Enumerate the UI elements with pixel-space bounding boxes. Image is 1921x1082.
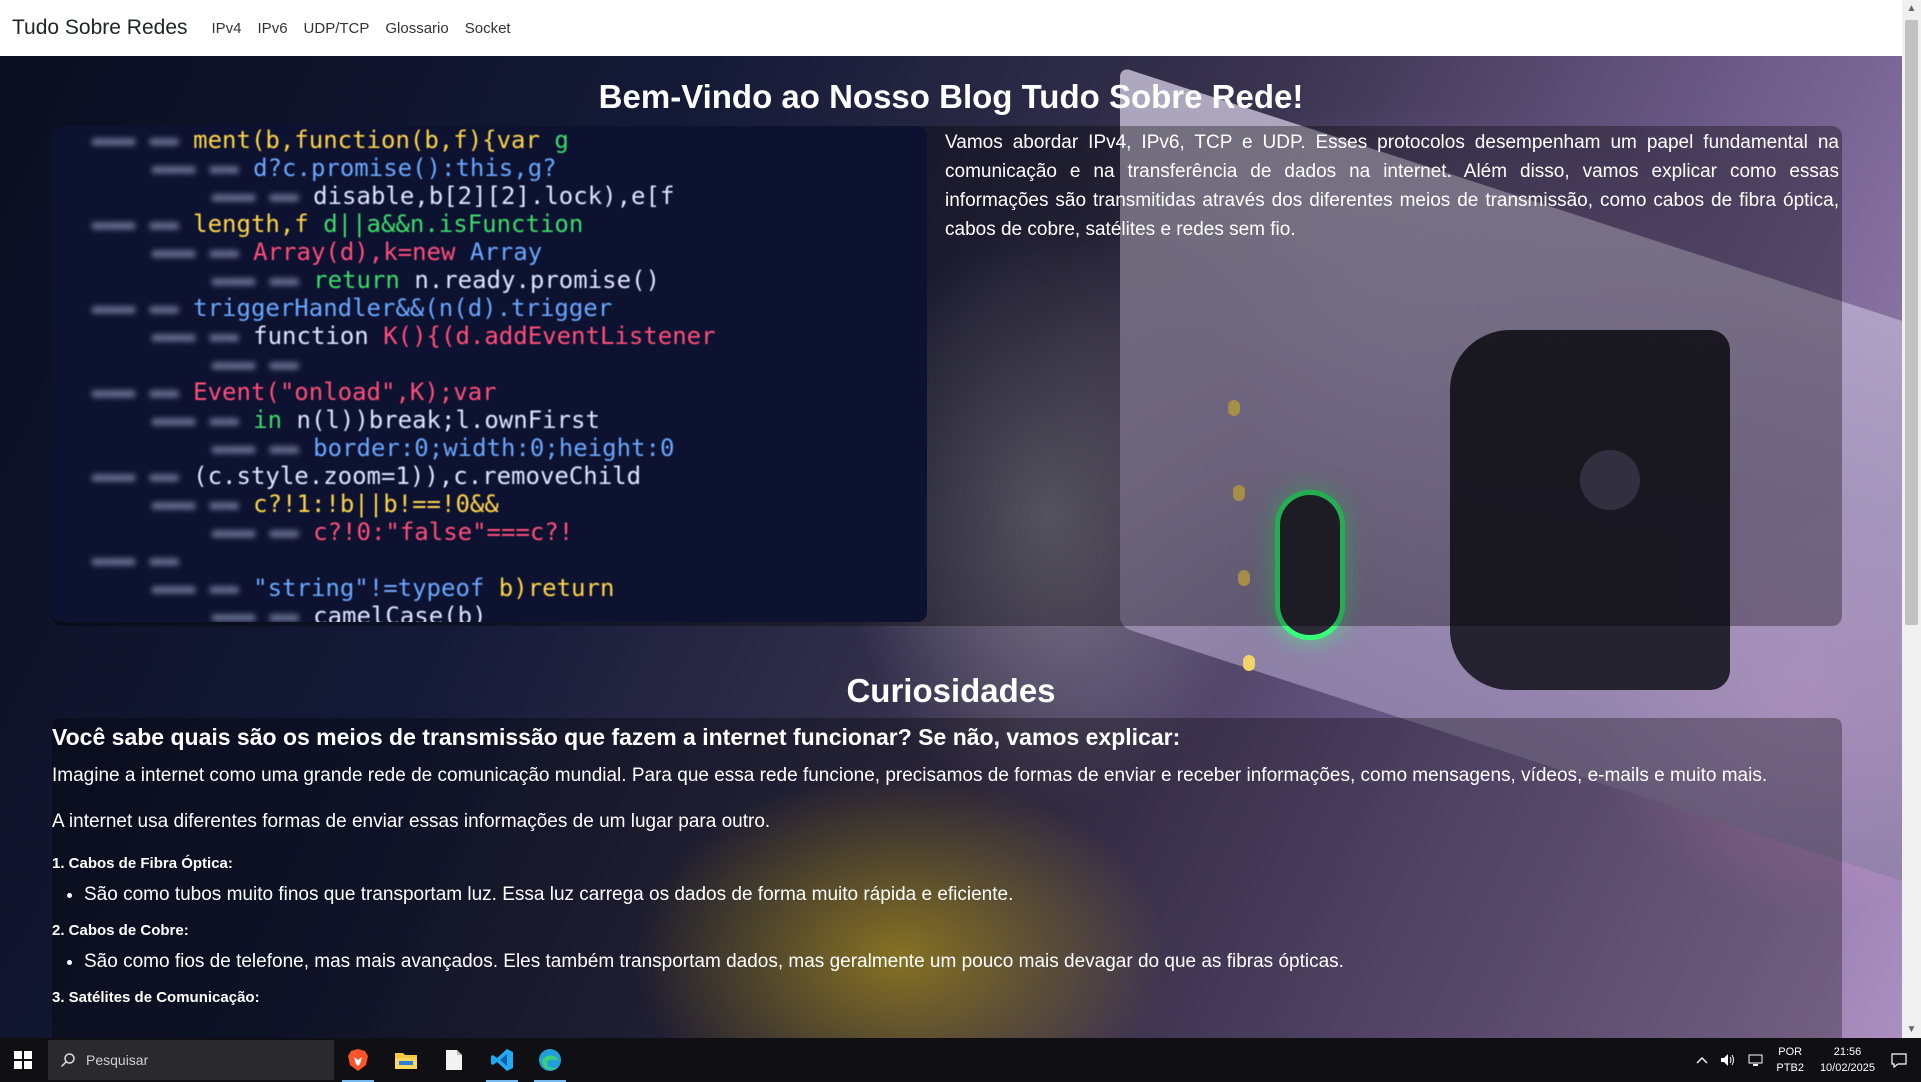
item-heading-satelites: 3. Satélites de Comunicação:	[52, 989, 260, 1006]
nav-link-glossario[interactable]: Glossario	[385, 20, 448, 37]
item-heading-cobre: 2. Cabos de Cobre:	[52, 922, 189, 939]
scroll-thumb[interactable]	[1905, 20, 1918, 625]
code-line: ▬▬▬ ▬▬ Array(d),k=new Array	[152, 238, 543, 266]
taskbar-app-notepad[interactable]	[430, 1038, 478, 1082]
item-bullet-fibra: São como tubos muito finos que transport…	[84, 882, 1842, 908]
item-bullet-cobre: São como fios de telefone, mas mais avan…	[84, 949, 1842, 975]
vertical-scrollbar[interactable]: ▲ ▼	[1902, 0, 1921, 1038]
language-code: POR	[1778, 1046, 1803, 1058]
intro-paragraph: Vamos abordar IPv4, IPv6, TCP e UDP. Ess…	[945, 132, 1839, 240]
browser-viewport: Tudo Sobre Redes IPv4 IPv6 UDP/TCP Gloss…	[0, 0, 1902, 1038]
code-line: ▬▬▬ ▬▬ disable,b[2][2].lock),e[f	[212, 182, 675, 210]
code-line: ▬▬▬ ▬▬ (c.style.zoom=1)),c.removeChild	[92, 462, 642, 490]
taskbar-search-input[interactable]: Pesquisar	[48, 1040, 334, 1080]
keyboard-layout: PTB2	[1776, 1062, 1804, 1074]
item-list-fibra: São como tubos muito finos que transport…	[84, 882, 1842, 908]
curiosidades-content: Você sabe quais são os meios de transmis…	[52, 724, 1842, 1016]
code-line: ▬▬▬ ▬▬ length,f d||a&&n.isFunction	[92, 210, 584, 238]
code-line: ▬▬▬ ▬▬ c?!1:!b||b!==!0&&	[152, 490, 499, 518]
clock-date: 10/02/2025	[1819, 1062, 1875, 1074]
taskbar-app-brave[interactable]	[334, 1038, 382, 1082]
search-placeholder: Pesquisar	[86, 1052, 149, 1068]
clock[interactable]: 21:56 10/02/2025	[1820, 1044, 1875, 1076]
taskbar-app-vscode[interactable]	[478, 1038, 526, 1082]
code-screen-image: ▬▬▬ ▬▬ ment(b,function(b,f){var g ▬▬▬ ▬▬ …	[52, 126, 927, 622]
code-line: ▬▬▬ ▬▬ c?!0:"false"===c?!	[212, 518, 574, 546]
brand-link[interactable]: Tudo Sobre Redes	[12, 16, 188, 40]
curiosidades-paragraph-1: Imagine a internet como uma grande rede …	[52, 765, 1768, 786]
code-line: ▬▬▬ ▬▬ function K(){(d.addEventListener	[152, 322, 716, 350]
code-line: ▬▬▬ ▬▬ border:0;width:0;height:0	[212, 434, 675, 462]
code-line: ▬▬▬ ▬▬ "string"!=typeof b)return	[152, 574, 615, 602]
taskbar-app-edge[interactable]	[526, 1038, 574, 1082]
network-icon[interactable]	[1748, 1053, 1764, 1067]
background-led	[1243, 655, 1255, 671]
speaker-icon[interactable]	[1720, 1053, 1736, 1067]
code-line: ▬▬▬ ▬▬ camelCase(b)	[212, 602, 487, 622]
code-line: ▬▬▬ ▬▬	[212, 350, 299, 378]
windows-logo-icon	[14, 1051, 32, 1069]
start-button[interactable]	[0, 1038, 46, 1082]
scroll-up-arrow-icon[interactable]: ▲	[1902, 0, 1921, 17]
vscode-icon	[491, 1049, 513, 1071]
notepad-icon	[446, 1050, 462, 1070]
item-heading-fibra: 1. Cabos de Fibra Óptica:	[52, 855, 233, 872]
tray-chevron-up-icon[interactable]	[1696, 1056, 1708, 1064]
system-tray: POR PTB2 21:56 10/02/2025	[1690, 1038, 1921, 1082]
code-line: ▬▬▬ ▬▬ d?c.promise():this,g?	[152, 154, 557, 182]
code-line: ▬▬▬ ▬▬ return n.ready.promise()	[212, 266, 660, 294]
nav-link-socket[interactable]: Socket	[465, 20, 511, 37]
page-title: Bem-Vindo ao Nosso Blog Tudo Sobre Rede!	[598, 78, 1304, 115]
notification-center-icon[interactable]	[1891, 1052, 1907, 1068]
code-line: ▬▬▬ ▬▬	[92, 546, 179, 574]
edge-browser-icon	[539, 1049, 561, 1071]
nav-link-ipv6[interactable]: IPv6	[258, 20, 288, 37]
folder-icon	[395, 1053, 417, 1069]
curiosidades-question: Você sabe quais são os meios de transmis…	[52, 724, 1181, 750]
taskbar-app-file-explorer[interactable]	[382, 1038, 430, 1082]
top-navbar: Tudo Sobre Redes IPv4 IPv6 UDP/TCP Gloss…	[0, 0, 1902, 56]
code-line: ▬▬▬ ▬▬ ment(b,function(b,f){var g	[92, 126, 569, 154]
nav-link-udp-tcp[interactable]: UDP/TCP	[304, 20, 370, 37]
language-indicator[interactable]: POR PTB2	[1776, 1044, 1804, 1076]
windows-taskbar: Pesquisar POR PTB2 21:56 10/02/2025	[0, 1038, 1921, 1082]
brave-browser-icon	[348, 1049, 368, 1071]
scroll-down-arrow-icon[interactable]: ▼	[1902, 1021, 1921, 1038]
search-icon	[60, 1053, 75, 1068]
section-title-curiosidades: Curiosidades	[846, 672, 1056, 709]
code-line: ▬▬▬ ▬▬ in n(l))break;l.ownFirst	[152, 406, 600, 434]
code-line: ▬▬▬ ▬▬ triggerHandler&&(n(d).trigger	[92, 294, 613, 322]
code-line: ▬▬▬ ▬▬ Event("onload",K);var	[92, 378, 497, 406]
item-list-cobre: São como fios de telefone, mas mais avan…	[84, 949, 1842, 975]
nav-link-ipv4[interactable]: IPv4	[212, 20, 242, 37]
curiosidades-paragraph-2: A internet usa diferentes formas de envi…	[52, 811, 771, 832]
clock-time: 21:56	[1833, 1046, 1862, 1058]
